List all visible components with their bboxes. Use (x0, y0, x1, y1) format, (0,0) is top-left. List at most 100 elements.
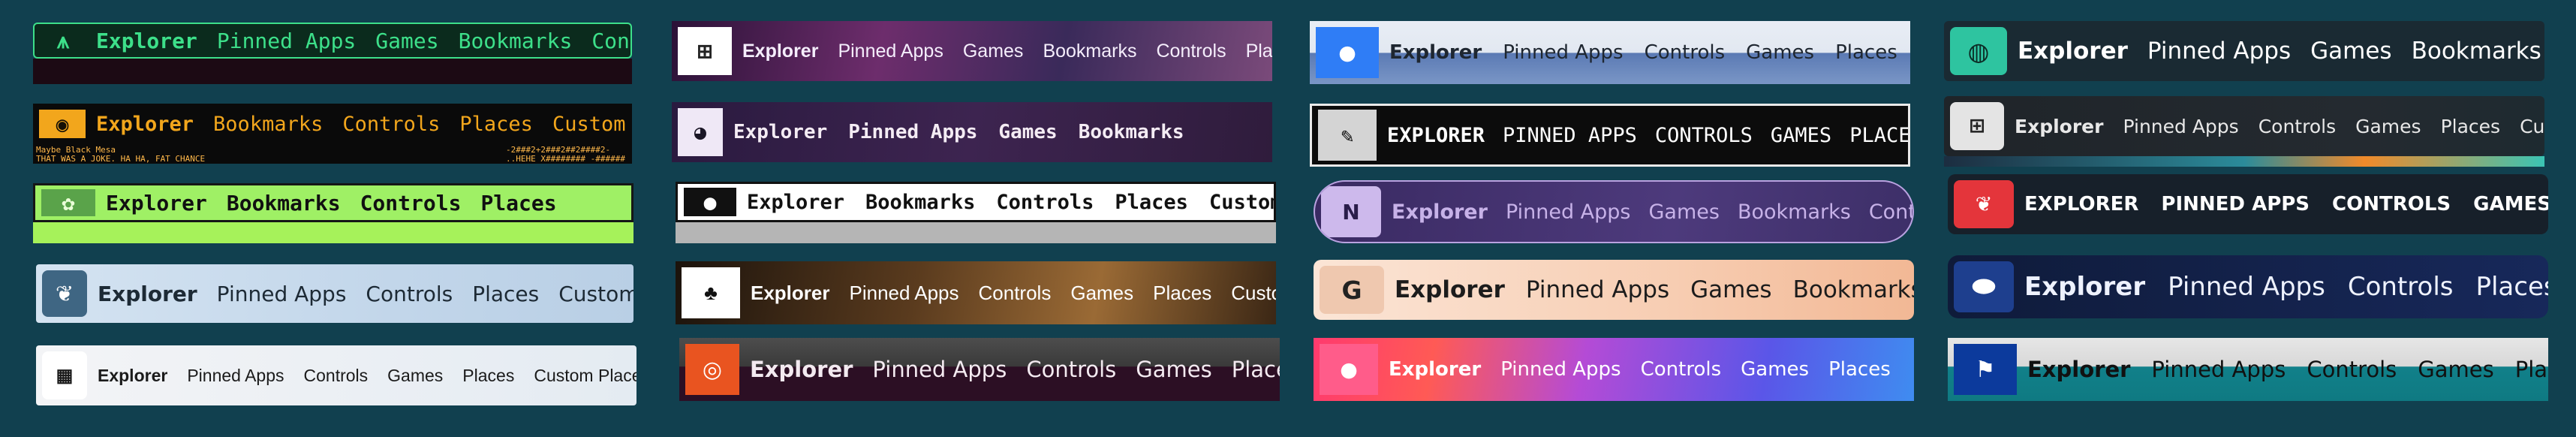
menu-item-places[interactable]: Places (462, 366, 514, 386)
apple-start-button[interactable]: ● (1316, 27, 1379, 78)
menu-item-pinned-apps[interactable]: Pinned Apps (2151, 357, 2286, 382)
menu-item-pinned-apps[interactable]: Pinned Apps (1526, 276, 1669, 303)
windows-start-button[interactable]: ⊞ (678, 27, 732, 75)
menu-item-places[interactable]: PLACES (1849, 124, 1908, 147)
menu-item-explorer[interactable]: Explorer (98, 366, 167, 386)
menu-item-pinned-apps[interactable]: Pinned Apps (217, 282, 347, 306)
menu-item-explorer[interactable]: Explorer (1389, 358, 1481, 381)
pill-start-button[interactable]: ⬬ (1954, 261, 2014, 312)
menu-item-places[interactable]: Places (2515, 357, 2548, 382)
menu-item-games[interactable]: Games (998, 121, 1057, 143)
menu-item-places[interactable]: Places (472, 282, 539, 306)
menu-item-games[interactable]: Games (963, 41, 1024, 62)
bubble-start-button[interactable]: ◍ (1950, 27, 2007, 75)
menu-item-pinned-apps[interactable]: Pinned Apps (187, 366, 284, 386)
menu-item-bookmarks[interactable]: Bookmarks (1079, 121, 1184, 143)
menu-item-places[interactable]: Places (1246, 41, 1272, 62)
menu-item-games[interactable]: Games (1690, 276, 1771, 303)
menu-item-games[interactable]: Games (2310, 38, 2391, 65)
leaf-start-button[interactable]: ❦ (42, 270, 87, 317)
cherry-start-button[interactable]: ❦ (1954, 180, 2014, 228)
menu-item-bookmarks[interactable]: Bookmarks (865, 191, 975, 214)
menu-item-places[interactable]: Places (1828, 358, 1891, 381)
menu-item-games[interactable]: Games (1649, 200, 1720, 224)
menu-item-explorer[interactable]: Explorer (751, 282, 830, 305)
menu-item-places[interactable]: Places (459, 113, 533, 136)
menu-item-explorer[interactable]: EXPLORER (2024, 193, 2138, 215)
menu-item-bookmarks[interactable]: Bookmarks (227, 191, 341, 215)
windows-tiles-start-button[interactable]: ▦ (42, 351, 87, 399)
menu-item-explorer[interactable]: EXPLORER (1387, 124, 1485, 147)
menu-item-places[interactable]: Places (2441, 116, 2501, 137)
menu-item-games[interactable]: Games (1741, 358, 1809, 381)
menu-item-custom[interactable]: Custom (1209, 191, 1274, 214)
menu-item-games[interactable]: Games (2355, 116, 2421, 137)
menu-item-controls[interactable]: Controls (591, 29, 630, 53)
menu-item-pinned-apps[interactable]: Pinned Apps (1506, 200, 1631, 224)
apple-start-button[interactable]: ● (1320, 344, 1378, 395)
menu-item-controls[interactable]: Controls (360, 191, 462, 215)
menu-item-controls[interactable]: Controls (1641, 358, 1722, 381)
menu-item-explorer[interactable]: Explorer (742, 41, 818, 62)
menu-item-explorer[interactable]: Explorer (1395, 276, 1505, 303)
menu-item-controls[interactable]: Controls (1645, 41, 1726, 64)
apple-start-button[interactable]: ● (684, 188, 736, 216)
menu-item-pinned-apps[interactable]: Pinned Apps (838, 41, 943, 62)
menu-item-bookmarks[interactable]: Bookmarks (1793, 276, 1914, 303)
menu-item-pinned-apps[interactable]: PINNED APPS (2161, 193, 2310, 215)
windows-flag-start-button[interactable]: ⚑ (1954, 344, 2017, 395)
menu-item-controls[interactable]: CONTROLS (1655, 124, 1753, 147)
menu-item-controls[interactable]: Controls (342, 113, 440, 136)
frog-start-button[interactable]: ✿ (41, 189, 95, 216)
menu-item-pinned-apps[interactable]: PINNED APPS (1503, 124, 1637, 147)
menu-item-places[interactable]: Places (2475, 272, 2548, 302)
clover-start-button[interactable]: ♣ (682, 267, 740, 318)
menu-item-bookmarks[interactable]: Bookmarks (1043, 41, 1136, 62)
menu-item-custom[interactable]: Custom (552, 113, 626, 136)
menu-item-controls[interactable]: Controls (304, 366, 369, 386)
menu-item-controls[interactable]: Controls (1869, 200, 1912, 224)
menu-item-controls[interactable]: Controls (2307, 357, 2397, 382)
menu-item-places[interactable]: Places (1115, 191, 1188, 214)
windows-start-button[interactable]: ⊞ (1950, 102, 2004, 150)
menu-item-bookmarks[interactable]: Bookmarks (2412, 38, 2541, 65)
menu-item-explorer[interactable]: Explorer (1389, 41, 1482, 64)
menu-item-controls[interactable]: Controls (2348, 272, 2454, 302)
menu-item-pinned-apps[interactable]: Pinned Apps (2147, 38, 2291, 65)
menu-item-games[interactable]: GAMES (1771, 124, 1831, 147)
menu-item-explorer[interactable]: Explorer (96, 113, 194, 136)
menu-item-games[interactable]: Games (1070, 282, 1133, 305)
menu-item-bookmarks[interactable]: Bookmarks (213, 113, 323, 136)
menu-item-explorer[interactable]: Explorer (1392, 200, 1488, 224)
menu-item-explorer[interactable]: Explorer (2027, 357, 2130, 382)
menu-item-games[interactable]: Games (2418, 357, 2493, 382)
menu-item-pinned-apps[interactable]: Pinned Apps (848, 121, 977, 143)
menu-item-pinned-apps[interactable]: Pinned Apps (1500, 358, 1621, 381)
menu-item-custom[interactable]: Custom (2520, 116, 2544, 137)
g-logo-start-button[interactable]: G (1320, 266, 1384, 314)
menu-item-pinned-apps[interactable]: Pinned Apps (217, 29, 356, 53)
menu-item-controls[interactable]: Controls (979, 282, 1052, 305)
menu-item-pinned-apps[interactable]: Pinned Apps (1503, 41, 1623, 64)
menu-item-bookmarks[interactable]: Bookmarks (1738, 200, 1851, 224)
menu-item-controls[interactable]: Controls (996, 191, 1094, 214)
menu-item-explorer[interactable]: Explorer (98, 282, 197, 306)
menu-item-bookmarks[interactable]: Bookmarks (459, 29, 573, 53)
menu-item-explorer[interactable]: Explorer (96, 29, 197, 53)
menu-item-explorer[interactable]: Explorer (2024, 272, 2145, 302)
menu-item-places[interactable]: Places (1232, 357, 1280, 382)
menu-item-games[interactable]: Games (1136, 357, 1211, 382)
menu-item-pinned-apps[interactable]: Pinned Apps (2168, 272, 2325, 302)
menu-item-explorer[interactable]: Explorer (2018, 38, 2128, 65)
menu-item-pinned-apps[interactable]: Pinned Apps (872, 357, 1007, 382)
menu-item-controls[interactable]: Controls (1026, 357, 1116, 382)
menu-item-custom-places[interactable]: Custom Places (534, 366, 636, 386)
menu-item-explorer[interactable]: Explorer (750, 357, 853, 382)
pacman-start-button[interactable]: ◕ (678, 108, 723, 156)
menu-item-pinned-apps[interactable]: Pinned Apps (850, 282, 959, 305)
n-logo-start-button[interactable]: N (1321, 186, 1381, 237)
menu-item-places[interactable]: Places (1153, 282, 1211, 305)
menu-item-games[interactable]: Games (387, 366, 443, 386)
ubuntu-start-button[interactable]: ◎ (685, 344, 739, 395)
menu-item-custom[interactable]: Custom (1231, 282, 1276, 305)
